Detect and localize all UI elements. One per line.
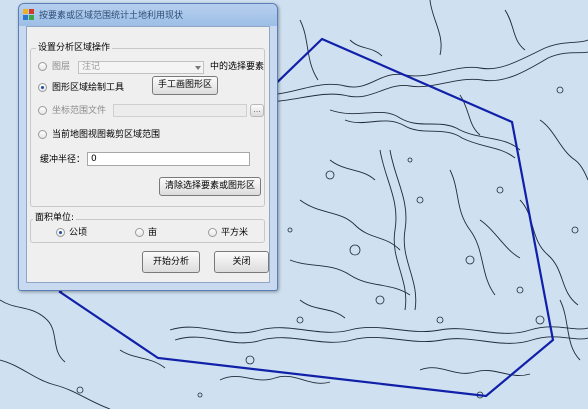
radio-current-map[interactable]	[38, 130, 47, 139]
radio-unit-mu[interactable]	[135, 228, 144, 237]
draw-shape-button[interactable]: 手工画图形区	[152, 76, 218, 95]
start-analysis-button-label: 开始分析	[152, 257, 189, 267]
radio-coord-file-label: 坐标范围文件	[52, 106, 107, 116]
buffer-radius-input[interactable]: 0	[87, 152, 250, 166]
radio-unit-mu-label: 亩	[148, 228, 158, 238]
radio-draw-tool-label: 图形区域绘制工具	[52, 83, 125, 93]
close-button-label: 关闭	[232, 257, 251, 267]
clear-selection-button[interactable]: 清除选择要素或图形区	[159, 177, 261, 196]
operation-groupbox: 设置分析区域操作 图层 注记 中的选择要素 图形区域绘制工具 手工画图形区 坐标…	[30, 42, 265, 207]
radio-unit-sqm[interactable]	[208, 228, 217, 237]
radio-unit-hectare-label: 公顷	[69, 228, 88, 238]
dialog-titlebar[interactable]: 按要素或区域范围统计土地利用现状	[19, 4, 277, 26]
clear-selection-button-label: 清除选择要素或图形区	[164, 181, 255, 191]
chevron-down-icon[interactable]	[195, 66, 201, 70]
area-unit-legend: 面积单位:	[33, 212, 77, 224]
layer-suffix-label: 中的选择要素	[210, 62, 265, 72]
radio-layer[interactable]	[38, 62, 47, 71]
browse-button-label: ...	[253, 105, 261, 114]
radio-coord-file[interactable]	[38, 106, 47, 115]
app-window-icon	[23, 9, 34, 20]
close-button[interactable]: 关闭	[214, 251, 269, 273]
browse-button[interactable]: ...	[250, 104, 264, 117]
start-analysis-button[interactable]: 开始分析	[142, 251, 200, 273]
layer-combobox-value: 注记	[82, 62, 101, 72]
dialog-client-area: 设置分析区域操作 图层 注记 中的选择要素 图形区域绘制工具 手工画图形区 坐标…	[26, 26, 270, 283]
radio-unit-sqm-label: 平方米	[221, 228, 249, 238]
buffer-radius-value: 0	[91, 154, 97, 164]
area-unit-groupbox: 面积单位: 公顷 亩 平方米	[30, 212, 265, 243]
radio-current-map-label: 当前地图视图裁剪区域范围	[52, 130, 161, 140]
radio-layer-label: 图层	[52, 62, 71, 72]
analysis-dialog: 按要素或区域范围统计土地利用现状 设置分析区域操作 图层 注记 中的选择要素 图…	[18, 3, 278, 291]
draw-shape-button-label: 手工画图形区	[157, 80, 212, 90]
coord-file-input[interactable]	[113, 104, 247, 117]
operation-group-legend: 设置分析区域操作	[36, 42, 113, 54]
buffer-radius-label: 缓冲半径：	[40, 155, 86, 165]
dialog-title: 按要素或区域范围统计土地利用现状	[39, 11, 184, 21]
radio-draw-tool[interactable]	[38, 83, 47, 92]
radio-unit-hectare[interactable]	[56, 228, 65, 237]
layer-combobox[interactable]: 注记	[78, 61, 204, 74]
